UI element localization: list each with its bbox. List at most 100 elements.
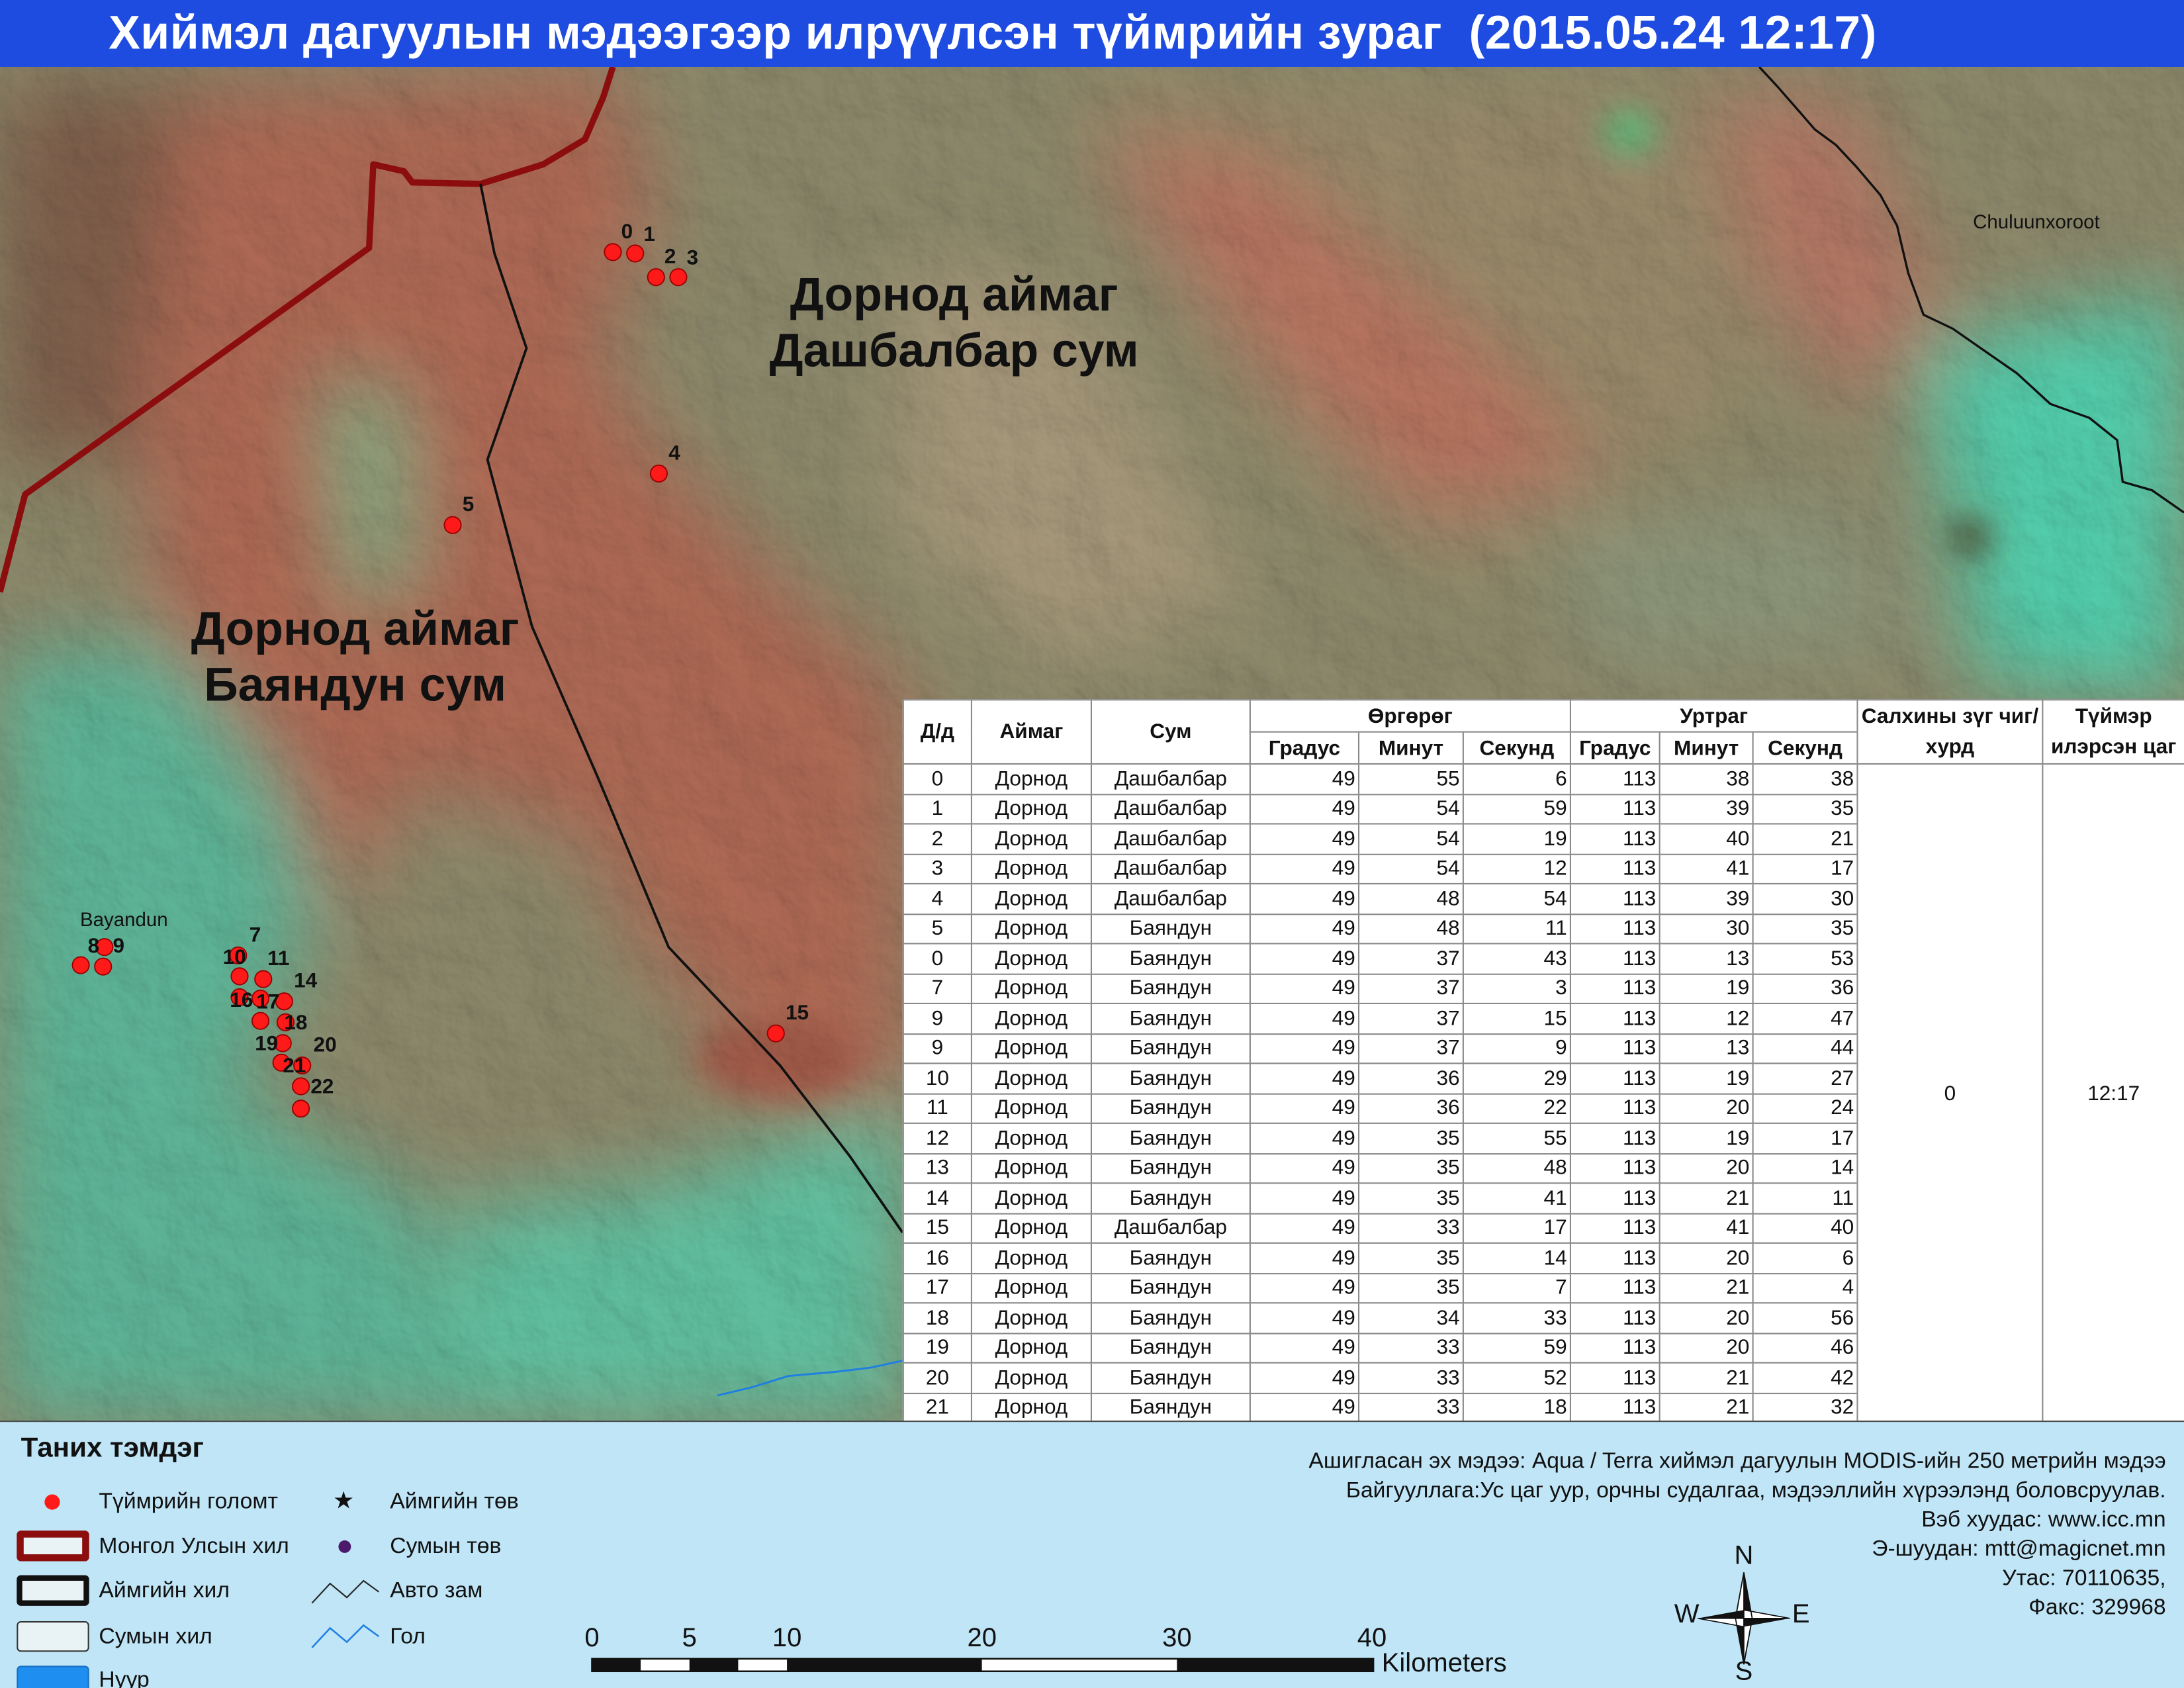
fire-point[interactable] [626, 244, 645, 263]
scale-bar [591, 1658, 1375, 1673]
cell-lat-degree: 49 [1249, 1033, 1360, 1064]
cell-lat-degree: 49 [1249, 1242, 1360, 1274]
source-phone: Утас: 70110635, [2002, 1566, 2166, 1591]
fire-point[interactable] [292, 1100, 310, 1118]
cell-lat-minute: 55 [1357, 763, 1464, 795]
cell-lat-minute: 37 [1357, 943, 1464, 974]
cell-lon-minute: 19 [1659, 972, 1754, 1004]
cell-lon-minute: 41 [1659, 1212, 1754, 1244]
cell-aimag: Дорнод [970, 1152, 1092, 1184]
place-label-chuluunxoroot: Chuluunxoroot [1973, 211, 2100, 233]
fire-label: 8 [88, 933, 100, 957]
fire-point[interactable] [669, 268, 688, 287]
cell-lon-second: 35 [1752, 913, 1858, 945]
cell-sum: Дашбалбар [1090, 763, 1251, 795]
cell-sum: Дашбалбар [1090, 853, 1251, 884]
cell-number: 7 [902, 972, 973, 1004]
cell-lon-second: 46 [1752, 1332, 1858, 1364]
cell-lon-minute: 21 [1659, 1362, 1754, 1393]
cell-lon-minute: 19 [1659, 1062, 1754, 1094]
legend-sum-border: Сумын хил [99, 1625, 212, 1650]
fire-label: 2 [664, 244, 676, 268]
scale-unit-label: Kilometers [1381, 1649, 1507, 1679]
table-body: 0 Дорнод Дашбалбар 49 55 6 113 38 38 0 12:17 1 Дорно… [902, 763, 2184, 1424]
cell-lat-second: 19 [1462, 823, 1571, 855]
table-row: 0 Дорнод Дашбалбар 49 55 6 113 38 38 0 12:17 [902, 763, 2184, 1424]
cell-lon-minute: 20 [1659, 1302, 1754, 1334]
fire-point[interactable] [254, 970, 273, 988]
cell-lon-minute: 40 [1659, 823, 1754, 855]
cell-sum: Баяндун [1090, 1242, 1251, 1274]
cell-lon-minute: 21 [1659, 1272, 1754, 1304]
fire-point[interactable] [94, 957, 113, 976]
fire-point[interactable] [649, 464, 668, 483]
cell-aimag: Дорнод [970, 882, 1092, 915]
fire-map-page: Дорнод аймаг Дашбалбар сум Дорнод аймаг … [0, 0, 2184, 1688]
cell-number: 5 [902, 913, 973, 945]
cell-number: 0 [902, 943, 973, 974]
cell-lat-minute: 54 [1357, 823, 1464, 855]
cell-detection-time: 12:17 [2042, 763, 2184, 1424]
fire-label: 21 [283, 1053, 306, 1077]
cell-lon-degree: 113 [1569, 1272, 1661, 1304]
fire-point[interactable] [230, 967, 249, 986]
cell-lat-minute: 48 [1357, 913, 1464, 945]
cell-lon-minute: 20 [1659, 1332, 1754, 1364]
cell-number: 9 [902, 1002, 973, 1035]
cell-aimag: Дорнод [970, 1362, 1092, 1393]
fire-point[interactable] [443, 516, 462, 534]
legend-national-border: Монгол Улсын хил [99, 1534, 289, 1559]
cell-lon-minute: 13 [1659, 1033, 1754, 1064]
cell-lat-second: 59 [1462, 793, 1571, 825]
fire-point[interactable] [647, 268, 665, 287]
page-title: Хиймэл дагуулын мэдээгээр илрүүлсэн түйм… [109, 7, 1877, 60]
cell-lon-minute: 19 [1659, 1122, 1754, 1154]
cell-lat-second: 54 [1462, 882, 1571, 915]
place-label-bayandun: Bayandun [80, 909, 168, 931]
cell-lon-minute: 20 [1659, 1092, 1754, 1124]
cell-lon-second: 27 [1752, 1062, 1858, 1094]
cell-lon-degree: 113 [1569, 763, 1661, 795]
cell-lon-second: 56 [1752, 1302, 1858, 1334]
fire-label: 18 [284, 1010, 307, 1034]
cell-lat-second: 7 [1462, 1272, 1571, 1304]
cell-aimag: Дорнод [970, 1302, 1092, 1334]
cell-lon-degree: 113 [1569, 943, 1661, 974]
fire-point[interactable] [292, 1077, 310, 1096]
cell-number: 18 [902, 1302, 973, 1334]
cell-lat-minute: 48 [1357, 882, 1464, 915]
fire-point[interactable] [251, 1011, 270, 1030]
cell-lon-second: 32 [1752, 1391, 1858, 1424]
cell-lat-degree: 49 [1249, 1302, 1360, 1334]
cell-lon-second: 35 [1752, 793, 1858, 825]
cell-lat-degree: 49 [1249, 1122, 1360, 1154]
cell-lat-degree: 49 [1249, 913, 1360, 945]
legend-road: Авто зам [390, 1579, 483, 1603]
cell-lon-degree: 113 [1569, 882, 1661, 915]
cell-sum: Дашбалбар [1090, 1212, 1251, 1244]
cell-sum: Баяндун [1090, 1002, 1251, 1035]
cell-sum: Баяндун [1090, 1362, 1251, 1393]
title-bar: Хиймэл дагуулын мэдээгээр илрүүлсэн түйм… [0, 0, 2184, 67]
compass-east: E [1792, 1600, 1810, 1630]
cell-number: 2 [902, 823, 973, 855]
fire-point[interactable] [766, 1024, 785, 1043]
cell-sum: Дашбалбар [1090, 793, 1251, 825]
cell-lon-minute: 13 [1659, 943, 1754, 974]
cell-lon-degree: 113 [1569, 823, 1661, 855]
cell-lat-degree: 49 [1249, 793, 1360, 825]
cell-sum: Баяндун [1090, 1122, 1251, 1154]
fire-point[interactable] [604, 243, 622, 261]
fire-label: 0 [621, 219, 633, 243]
fire-point[interactable] [71, 956, 90, 974]
cell-aimag: Дорнод [970, 1332, 1092, 1364]
cell-lon-second: 42 [1752, 1362, 1858, 1393]
cell-aimag: Дорнод [970, 1242, 1092, 1274]
header-lon-minute: Минут [1659, 731, 1754, 765]
cell-lon-second: 36 [1752, 972, 1858, 1004]
header-wind: Салхины зүг чиг/хурд [1856, 699, 2044, 765]
cell-lon-second: 40 [1752, 1212, 1858, 1244]
cell-sum: Баяндун [1090, 943, 1251, 974]
cell-aimag: Дорнод [970, 1062, 1092, 1094]
cell-number: 14 [902, 1182, 973, 1214]
